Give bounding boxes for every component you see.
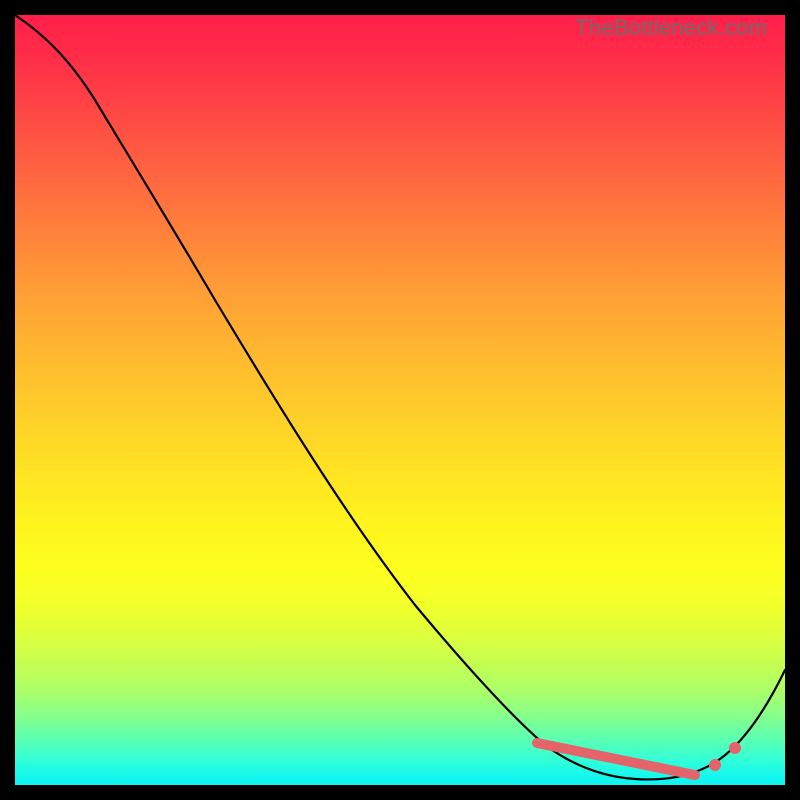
marker-dot — [729, 742, 741, 754]
curve-layer — [15, 15, 785, 785]
marker-segment — [537, 743, 695, 775]
chart-frame: TheBottleneck.com — [0, 0, 800, 800]
bottleneck-curve — [15, 15, 785, 779]
plot-area: TheBottleneck.com — [15, 15, 785, 785]
marker-dot — [709, 759, 721, 771]
